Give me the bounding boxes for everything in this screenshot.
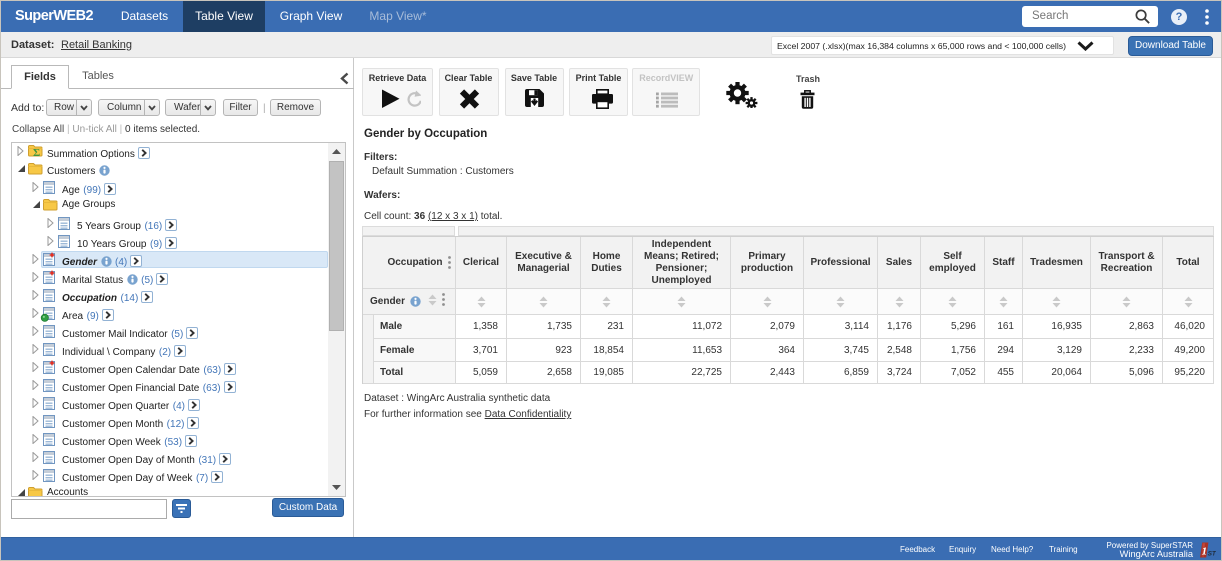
svg-text:1: 1 xyxy=(1202,546,1208,558)
svg-text:ST: ST xyxy=(1208,551,1216,558)
svg-text:Σ: Σ xyxy=(33,147,40,157)
